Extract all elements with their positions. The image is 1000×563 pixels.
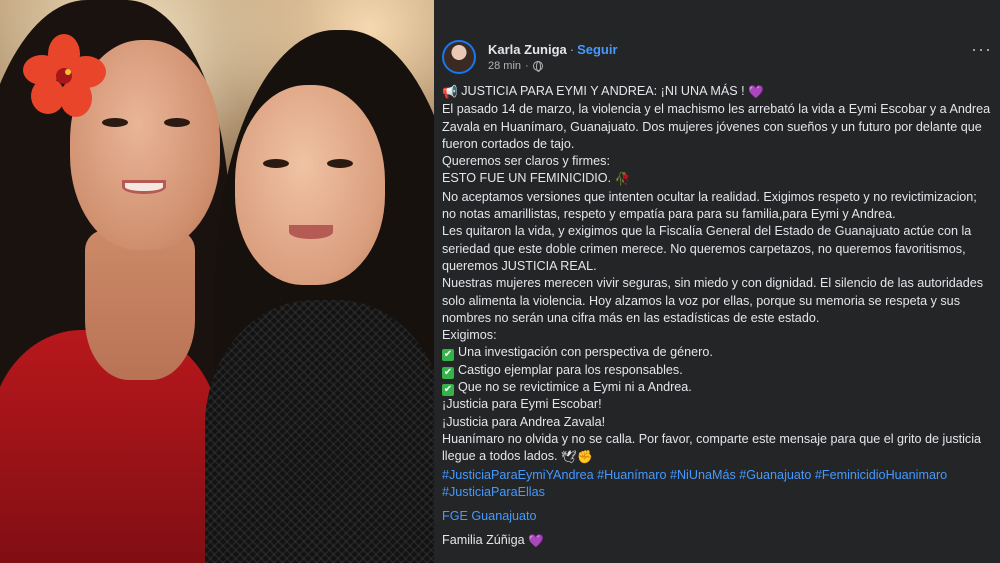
- paragraph: Les quitaron la vida, y exigimos que la …: [442, 224, 972, 273]
- paragraph: ¡Justicia para Eymi Escobar!: [442, 397, 602, 412]
- globe-icon: [532, 61, 543, 72]
- raised-fist-icon: ✊: [577, 450, 593, 465]
- signature: Familia Zúñiga 💜: [442, 532, 994, 550]
- feminicidio-text: ESTO FUE UN FEMINICIDIO.: [442, 171, 612, 186]
- paragraph: Huanímaro no olvida y no se calla. Por f…: [442, 431, 994, 467]
- name-line: Karla Zuniga · Seguir: [488, 42, 618, 57]
- demand-item: ✔ Castigo ejemplar para los responsables.: [442, 362, 994, 379]
- separator-dot: ·: [569, 42, 575, 57]
- eye: [102, 118, 128, 127]
- face-right: [235, 85, 385, 285]
- signature-text: Familia Zúñiga: [442, 533, 525, 548]
- post-headline: 📢 JUSTICIA PARA EYMI Y ANDREA: ¡NI UNA M…: [442, 83, 994, 101]
- hashtags[interactable]: #JusticiaParaEymiYAndrea #Huanímaro #NiU…: [442, 467, 994, 502]
- more-options-icon[interactable]: ···: [971, 40, 992, 58]
- lips: [289, 225, 333, 239]
- neck-left: [85, 230, 195, 380]
- check-icon: ✔: [442, 384, 454, 397]
- check-icon: ✔: [442, 349, 454, 362]
- paragraph: El pasado 14 de marzo, la violencia y el…: [442, 102, 991, 151]
- purple-heart-icon: 💜: [528, 534, 544, 549]
- eye: [164, 118, 190, 127]
- post-time[interactable]: 28 min: [488, 60, 521, 72]
- follow-button[interactable]: Seguir: [577, 42, 617, 57]
- paragraph: No aceptamos versiones que intenten ocul…: [442, 189, 977, 222]
- post-meta: 28 min ·: [488, 60, 543, 72]
- demand-text: Castigo ejemplar para los responsables.: [458, 362, 683, 377]
- megaphone-icon: 📢: [442, 85, 458, 99]
- paragraph: ESTO FUE UN FEMINICIDIO. 🥀: [442, 170, 994, 188]
- post-header: Karla Zuniga · Seguir 28 min · ···: [442, 38, 992, 78]
- demand-item: ✔ Una investigación con perspectiva de gé…: [442, 344, 994, 362]
- check-icon: ✔: [442, 366, 454, 379]
- eye: [263, 159, 289, 168]
- paragraph: Nuestras mujeres merecen vivir seguras, …: [442, 276, 984, 325]
- paragraph: ¡Justicia para Andrea Zavala!: [442, 414, 606, 429]
- share-text: Huanímaro no olvida y no se calla. Por f…: [442, 431, 982, 464]
- dove-icon: 🕊: [561, 450, 578, 465]
- paragraph: Queremos ser claros y firmes:: [442, 154, 610, 169]
- post-text: 📢 JUSTICIA PARA EYMI Y ANDREA: ¡NI UNA M…: [442, 83, 994, 551]
- smile: [122, 180, 166, 194]
- demand-text: Una investigación con perspectiva de gén…: [458, 345, 713, 360]
- eye: [327, 159, 353, 168]
- rose-icon: 🥀: [614, 172, 631, 187]
- purple-heart-icon: 💜: [748, 85, 764, 99]
- demand-text: Que no se revictimice a Eymi ni a Andrea…: [458, 380, 692, 395]
- post-panel: Karla Zuniga · Seguir 28 min · ··· 📢 JUSTI…: [434, 0, 1000, 563]
- demand-item: ✔ Que no se revictimice a Eymi ni a Andre…: [442, 379, 994, 397]
- avatar[interactable]: [442, 40, 476, 74]
- mention-link[interactable]: FGE Guanajuato: [442, 508, 994, 525]
- author-name[interactable]: Karla Zuniga: [488, 42, 567, 57]
- hibiscus-flower-icon: [23, 34, 106, 117]
- headline-text: JUSTICIA PARA EYMI Y ANDREA: ¡NI UNA MÁS…: [461, 84, 745, 98]
- meta-separator: ·: [525, 60, 529, 72]
- black-lace-top: [205, 300, 434, 563]
- post-photo[interactable]: [0, 0, 434, 563]
- paragraph: Exigimos:: [442, 328, 497, 343]
